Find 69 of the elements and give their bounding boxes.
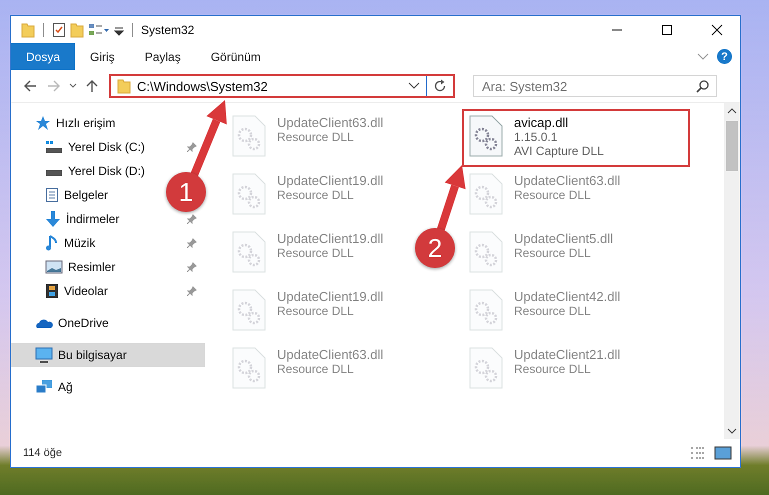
sidebar-item[interactable]: Resimler bbox=[11, 255, 120, 279]
sidebar-item[interactable]: Müzik bbox=[11, 231, 100, 255]
file-detail: Resource DLL bbox=[277, 304, 355, 318]
maximize-icon[interactable] bbox=[661, 24, 673, 36]
sidebar-item[interactable]: Yerel Disk (D:) bbox=[11, 159, 149, 183]
file-detail: Resource DLL bbox=[514, 362, 592, 376]
picture-icon bbox=[45, 260, 63, 274]
sidebar-item[interactable]: Ağ bbox=[11, 375, 205, 399]
scroll-up-icon[interactable] bbox=[727, 107, 737, 115]
folder-icon bbox=[117, 78, 131, 94]
sidebar-item[interactable]: İndirmeler bbox=[11, 207, 124, 231]
file-detail: Resource DLL bbox=[514, 246, 592, 260]
sidebar-item[interactable]: Yerel Disk (C:) bbox=[11, 135, 149, 159]
properties-icon[interactable] bbox=[52, 22, 66, 38]
up-arrow-icon[interactable] bbox=[85, 79, 99, 93]
ribbon-tab[interactable]: Görünüm bbox=[196, 43, 276, 70]
scrollbar-thumb[interactable] bbox=[726, 121, 738, 171]
large-icons-view-icon[interactable] bbox=[714, 446, 732, 460]
folder-icon bbox=[21, 22, 35, 38]
gear-file-icon[interactable] bbox=[468, 115, 504, 157]
expand-ribbon-icon[interactable] bbox=[697, 52, 709, 62]
file-detail: Resource DLL bbox=[277, 130, 355, 144]
pin-icon[interactable] bbox=[187, 262, 197, 272]
file-detail: Resource DLL bbox=[277, 362, 355, 376]
music-note-icon bbox=[45, 235, 59, 251]
sidebar-item[interactable]: OneDrive bbox=[11, 311, 205, 335]
sidebar-item[interactable]: Belgeler bbox=[11, 183, 112, 207]
window-title: System32 bbox=[141, 22, 194, 36]
back-arrow-icon[interactable] bbox=[23, 79, 37, 93]
ribbon-tab[interactable]: Dosya bbox=[11, 43, 76, 70]
ribbon-tab[interactable]: Giriş bbox=[75, 43, 130, 70]
item-count: 114 öğe bbox=[23, 447, 62, 459]
callout-arrow bbox=[436, 165, 466, 234]
file-detail: AVI Capture DLL bbox=[514, 144, 604, 158]
pin-icon[interactable] bbox=[187, 214, 197, 224]
drive-icon bbox=[45, 140, 63, 154]
search-icon[interactable] bbox=[696, 80, 709, 93]
sidebar-item[interactable]: Bu bilgisayar bbox=[11, 343, 205, 367]
help-button[interactable]: ? bbox=[717, 49, 732, 64]
search-field[interactable]: Ara: System32 bbox=[473, 75, 717, 97]
document-icon bbox=[45, 187, 59, 203]
close-icon[interactable] bbox=[711, 24, 723, 36]
forward-arrow-icon[interactable] bbox=[47, 79, 61, 93]
sidebar-item[interactable]: Videolar bbox=[11, 279, 112, 303]
address-bar[interactable]: C:\Windows\System32 bbox=[109, 74, 455, 98]
sidebar-item[interactable]: Hızlı erişim bbox=[11, 111, 205, 135]
pin-icon[interactable] bbox=[187, 142, 197, 152]
customize-icon[interactable] bbox=[88, 22, 110, 38]
refresh-icon[interactable] bbox=[433, 79, 447, 93]
file-detail: Resource DLL bbox=[277, 246, 355, 260]
scroll-down-icon[interactable] bbox=[727, 427, 737, 435]
film-icon bbox=[45, 283, 59, 299]
details-view-icon[interactable] bbox=[690, 446, 706, 460]
ribbon-tab[interactable]: Paylaş bbox=[130, 43, 196, 70]
download-arrow-icon bbox=[45, 211, 61, 227]
scrollbar[interactable] bbox=[724, 103, 740, 439]
cloud-icon bbox=[35, 317, 53, 329]
file-detail: Resource DLL bbox=[514, 304, 592, 318]
address-path: C:\Windows\System32 bbox=[137, 78, 269, 94]
file-name[interactable]: avicap.dll bbox=[514, 115, 604, 130]
star-icon bbox=[35, 115, 51, 131]
pin-icon[interactable] bbox=[187, 238, 197, 248]
file-detail: Resource DLL bbox=[277, 188, 355, 202]
network-icon bbox=[35, 379, 53, 395]
computer-icon bbox=[35, 347, 53, 363]
chevron-down-icon[interactable] bbox=[408, 81, 420, 91]
file-detail: 1.15.0.1 bbox=[514, 130, 558, 144]
pin-icon[interactable] bbox=[187, 286, 197, 296]
file-detail: Resource DLL bbox=[514, 188, 592, 202]
